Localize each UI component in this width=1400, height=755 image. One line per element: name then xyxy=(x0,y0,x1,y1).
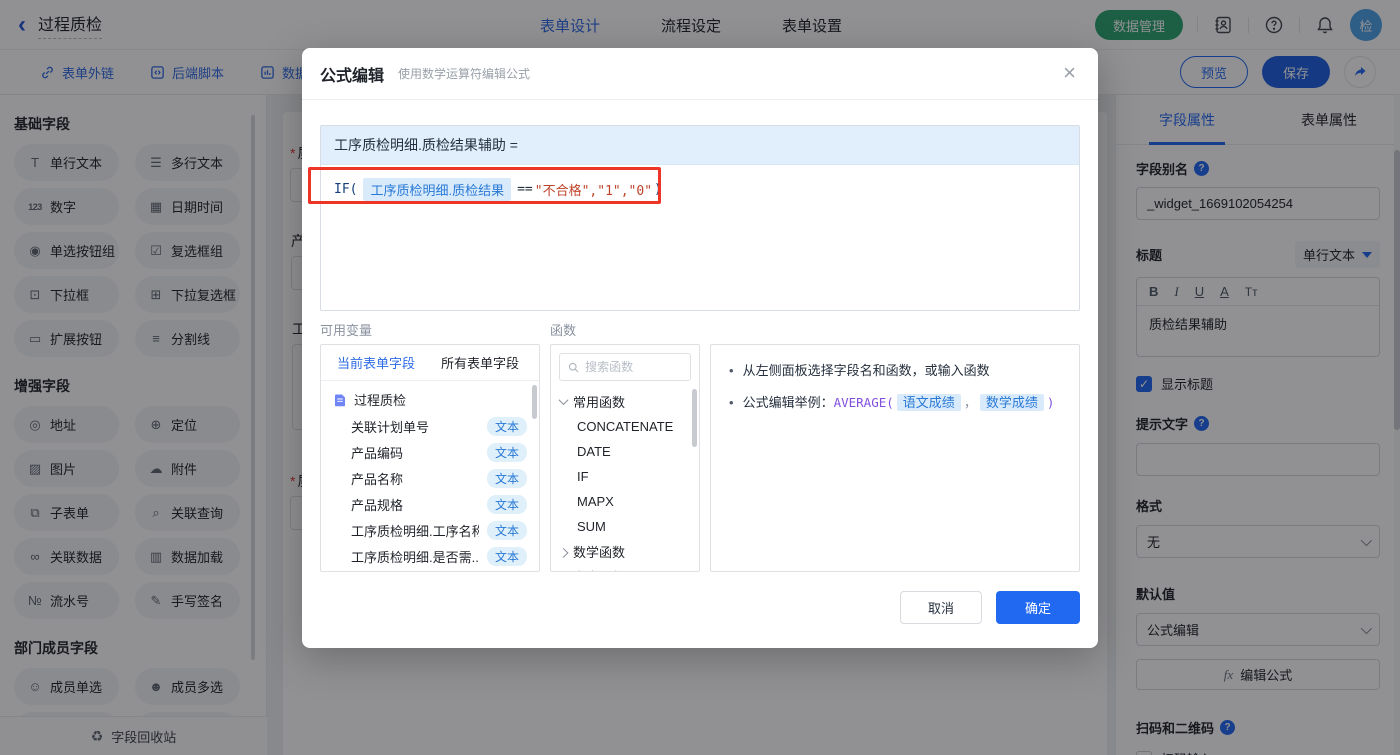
functions-scrollbar[interactable] xyxy=(692,389,697,447)
function-group-math[interactable]: 数学函数 xyxy=(551,539,699,564)
tip-line-2: • 公式编辑举例：AVERAGE(语文成绩，数学成绩) xyxy=(729,393,1061,413)
example-field-token[interactable]: 语文成绩 xyxy=(896,394,961,411)
close-icon[interactable]: × xyxy=(1063,62,1076,84)
variable-name: 产品编码 xyxy=(351,445,404,461)
functions-panel: 常用函数 CONCATENATE DATE IF MAPX SUM 数学函数 文… xyxy=(550,344,700,572)
function-item[interactable]: CONCATENATE xyxy=(551,414,699,439)
function-group-label: 数学函数 xyxy=(573,545,626,560)
function-search-input[interactable] xyxy=(585,360,682,374)
type-badge: 文本 xyxy=(486,468,527,488)
example-field-token[interactable]: 数学成绩 xyxy=(979,394,1044,411)
function-group-common[interactable]: 常用函数 xyxy=(551,389,699,414)
formula-field-token[interactable]: 工序质检明细.质检结果 xyxy=(363,178,512,201)
variable-row[interactable]: 工序质检明细.是否需... 文本 xyxy=(321,543,539,569)
bullet-icon: • xyxy=(729,363,734,378)
chevron-right-icon xyxy=(558,547,569,558)
variables-label: 可用变量 xyxy=(320,323,373,338)
tip-text: 从左侧面板选择字段名和函数，或输入函数 xyxy=(742,363,990,378)
form-node[interactable]: 过程质检 xyxy=(321,386,539,413)
variable-row[interactable]: 工序质检明细.工序名称 文本 xyxy=(321,517,539,543)
variables-tabs: 当前表单字段 所有表单字段 xyxy=(321,345,539,381)
confirm-button[interactable]: 确定 xyxy=(996,591,1080,624)
search-icon xyxy=(568,362,579,372)
variables-panel: 当前表单字段 所有表单字段 过程质检 关联计划单号 文本 产品编码 文本 产品名称文… xyxy=(320,344,540,572)
tab-current-form-fields[interactable]: 当前表单字段 xyxy=(337,353,415,372)
type-badge: 文本 xyxy=(486,416,527,436)
formula-fn: IF( xyxy=(334,182,358,197)
formula-target-bar: 工序质检明细.质检结果辅助 = xyxy=(321,126,1079,165)
formula-box: 工序质检明细.质检结果辅助 = IF( 工序质检明细.质检结果 == "不合格"… xyxy=(320,125,1080,311)
app-window: ‹ 过程质检 表单设计 流程设定 表单设置 数据管理 检 表单外链 后端脚本 预… xyxy=(0,0,1400,755)
example-prefix: 公式编辑举例： xyxy=(742,395,834,410)
function-search xyxy=(559,353,691,381)
type-badge: 文本 xyxy=(486,520,527,540)
tab-all-form-fields[interactable]: 所有表单字段 xyxy=(441,353,519,372)
formula-args: "不合格","1","0" xyxy=(534,184,653,199)
type-badge: 文本 xyxy=(486,442,527,462)
modal-title: 公式编辑 xyxy=(320,67,385,85)
function-item[interactable]: SUM xyxy=(551,514,699,539)
variable-name: 工序质检明细.是否需... xyxy=(351,549,479,565)
example-fn: AVERAGE( xyxy=(833,395,894,410)
variable-name: 关联计划单号 xyxy=(351,419,430,435)
form-node-label: 过程质检 xyxy=(354,393,407,408)
function-item[interactable]: MAPX xyxy=(551,489,699,514)
formula-editor-modal: 公式编辑 使用数学运算符编辑公式 × 工序质检明细.质检结果辅助 = IF( 工… xyxy=(302,48,1098,648)
example-close: ) xyxy=(1046,395,1055,410)
formula-line: IF( 工序质检明细.质检结果 == "不合格","1","0" ) xyxy=(334,178,1066,201)
tip-line-1: • 从左侧面板选择字段名和函数，或输入函数 xyxy=(729,361,1061,381)
variable-name: 产品规格 xyxy=(351,497,404,513)
variable-row[interactable]: 关联计划单号 文本 xyxy=(321,413,539,439)
modal-header: 公式编辑 使用数学运算符编辑公式 × xyxy=(302,48,1098,100)
formula-close: ) xyxy=(654,182,662,197)
bullet-icon: • xyxy=(729,395,734,410)
modal-footer: 取消 确定 xyxy=(900,591,1080,624)
formula-code-editor[interactable]: IF( 工序质检明细.质检结果 == "不合格","1","0" ) xyxy=(321,165,1079,214)
function-item[interactable]: IF xyxy=(551,464,699,489)
function-item[interactable]: DATE xyxy=(551,439,699,464)
example-separator: ， xyxy=(963,395,977,410)
modal-subtitle: 使用数学运算符编辑公式 xyxy=(398,67,531,81)
function-group-label: 文本函数 xyxy=(573,567,625,571)
type-badge: 文本 xyxy=(486,494,527,514)
functions-label: 函数 xyxy=(550,323,577,338)
cancel-button[interactable]: 取消 xyxy=(900,591,982,624)
chevron-down-icon xyxy=(558,395,569,406)
variable-row[interactable]: 产品规格 文本 xyxy=(321,491,539,517)
variables-scrollbar[interactable] xyxy=(532,385,537,419)
tips-panel: • 从左侧面板选择字段名和函数，或输入函数 • 公式编辑举例：AVERAGE(语… xyxy=(710,344,1080,572)
variable-row[interactable]: 产品编码 文本 xyxy=(321,439,539,465)
type-badge: 文本 xyxy=(486,546,527,566)
variable-row[interactable]: 产品名称 文本 xyxy=(321,465,539,491)
form-doc-icon xyxy=(335,394,345,406)
function-group-text[interactable]: 文本函数 xyxy=(551,564,699,571)
tip-example: 公式编辑举例：AVERAGE(语文成绩，数学成绩) xyxy=(742,393,1055,413)
variable-name: 产品名称 xyxy=(351,471,404,487)
variable-name: 工序质检明细.工序名称 xyxy=(351,523,479,539)
function-group-label: 常用函数 xyxy=(573,395,626,410)
formula-operator: == xyxy=(517,182,533,197)
